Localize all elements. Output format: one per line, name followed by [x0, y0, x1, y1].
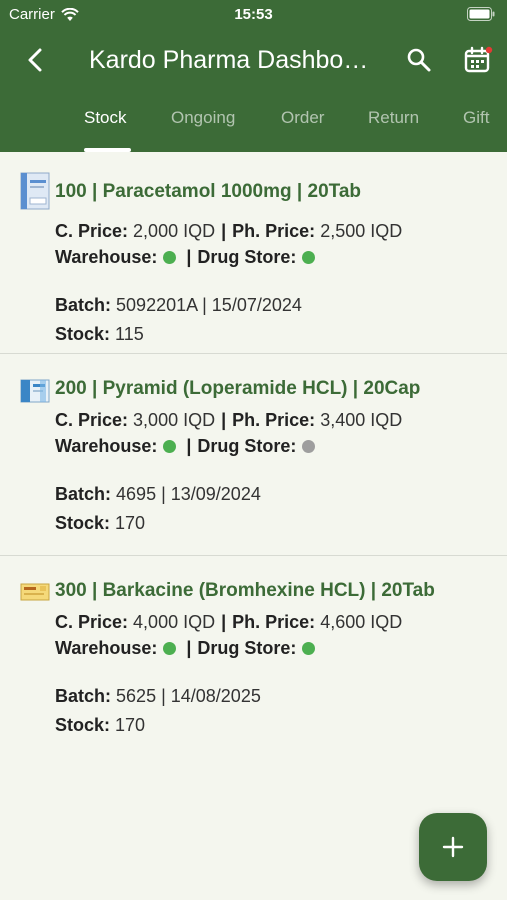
- stock-label: Stock:: [55, 715, 111, 735]
- status-time: 15:53: [234, 6, 273, 23]
- stock-label: Stock:: [55, 324, 111, 344]
- separator: |: [186, 247, 192, 267]
- stock-value: 170: [115, 513, 146, 533]
- availability-line: Warehouse: | Drug Store:: [55, 638, 321, 659]
- battery-icon: [467, 7, 495, 25]
- stock-label: Stock:: [55, 513, 111, 533]
- stock-list: 100 | Paracetamol 1000mg | 20Tab C. Pric…: [0, 152, 507, 758]
- warehouse-status-dot: [163, 251, 177, 264]
- page-title: Kardo Pharma Dashbo…: [89, 46, 369, 74]
- stock-value: 115: [115, 324, 144, 344]
- price-line: C. Price: 3,000 IQD | Ph. Price: 3,400 I…: [55, 410, 402, 431]
- c-price-value: 4,000 IQD: [133, 612, 216, 632]
- separator: |: [221, 221, 227, 241]
- drug-store-status-dot: [302, 642, 316, 655]
- drug-store-status-dot: [302, 251, 316, 264]
- chevron-left-icon: [28, 48, 42, 72]
- separator: |: [221, 410, 227, 430]
- status-bar: Carrier 15:53: [0, 0, 507, 28]
- ph-price-label: Ph. Price:: [232, 612, 316, 632]
- item-title: 300 | Barkacine (Bromhexine HCL) | 20Tab: [55, 580, 435, 601]
- warehouse-label: Warehouse:: [55, 436, 158, 456]
- drug-store-label: Drug Store:: [197, 436, 297, 456]
- stock-line: Stock: 170: [55, 513, 145, 534]
- drug-store-status-dot: [302, 440, 316, 453]
- stock-line: Stock: 115: [55, 324, 144, 345]
- availability-line: Warehouse: | Drug Store:: [55, 247, 321, 268]
- separator: |: [221, 612, 227, 632]
- ph-price-value: 2,500 IQD: [320, 221, 403, 241]
- app-header: Carrier 15:53 Kardo Pharma Dashbo… Stock…: [0, 0, 507, 152]
- list-item[interactable]: 300 | Barkacine (Bromhexine HCL) | 20Tab…: [0, 556, 507, 758]
- separator: |: [186, 638, 192, 658]
- c-price-value: 3,000 IQD: [133, 410, 216, 430]
- drug-store-label: Drug Store:: [197, 247, 297, 267]
- batch-value: 5625 | 14/08/2025: [116, 686, 261, 706]
- tab-return[interactable]: Return: [368, 108, 419, 128]
- item-title: 100 | Paracetamol 1000mg | 20Tab: [55, 181, 362, 202]
- drug-store-label: Drug Store:: [197, 638, 297, 658]
- warehouse-label: Warehouse:: [55, 638, 158, 658]
- batch-value: 5092201A | 15/07/2024: [116, 295, 302, 315]
- tab-bar: Stock Ongoing Order Return Gift: [0, 108, 507, 152]
- warehouse-status-dot: [163, 642, 177, 655]
- price-line: C. Price: 2,000 IQD | Ph. Price: 2,500 I…: [55, 221, 402, 242]
- ph-price-label: Ph. Price:: [232, 410, 316, 430]
- tab-ongoing[interactable]: Ongoing: [171, 108, 235, 128]
- calendar-icon: [464, 46, 493, 73]
- batch-line: Batch: 5625 | 14/08/2025: [55, 686, 261, 707]
- c-price-value: 2,000 IQD: [133, 221, 216, 241]
- plus-icon: [442, 836, 464, 858]
- batch-value: 4695 | 13/09/2024: [116, 484, 261, 504]
- batch-label: Batch:: [55, 686, 112, 706]
- warehouse-label: Warehouse:: [55, 247, 158, 267]
- title-bar: Kardo Pharma Dashbo…: [0, 38, 507, 82]
- c-price-label: C. Price:: [55, 612, 129, 632]
- ph-price-value: 4,600 IQD: [320, 612, 403, 632]
- search-button[interactable]: [405, 46, 433, 74]
- separator: |: [186, 436, 192, 456]
- tab-order[interactable]: Order: [281, 108, 324, 128]
- stock-value: 170: [115, 715, 146, 735]
- availability-line: Warehouse: | Drug Store:: [55, 436, 321, 457]
- batch-label: Batch:: [55, 295, 112, 315]
- batch-line: Batch: 5092201A | 15/07/2024: [55, 295, 302, 316]
- medicine-box-icon: [20, 379, 50, 403]
- ph-price-value: 3,400 IQD: [320, 410, 403, 430]
- c-price-label: C. Price:: [55, 221, 129, 241]
- medicine-box-icon: [20, 583, 50, 601]
- batch-label: Batch:: [55, 484, 112, 504]
- tab-gift[interactable]: Gift: [463, 108, 489, 128]
- warehouse-status-dot: [163, 440, 177, 453]
- medicine-box-icon: [20, 172, 50, 210]
- list-item[interactable]: 100 | Paracetamol 1000mg | 20Tab C. Pric…: [0, 152, 507, 354]
- batch-line: Batch: 4695 | 13/09/2024: [55, 484, 261, 505]
- price-line: C. Price: 4,000 IQD | Ph. Price: 4,600 I…: [55, 612, 402, 633]
- back-button[interactable]: [22, 46, 50, 74]
- c-price-label: C. Price:: [55, 410, 129, 430]
- calendar-button[interactable]: [463, 45, 493, 75]
- search-icon: [407, 48, 431, 72]
- tab-stock[interactable]: Stock: [84, 108, 127, 128]
- add-button[interactable]: [419, 813, 487, 881]
- list-item[interactable]: 200 | Pyramid (Loperamide HCL) | 20Cap C…: [0, 354, 507, 556]
- item-title: 200 | Pyramid (Loperamide HCL) | 20Cap: [55, 378, 421, 399]
- ph-price-label: Ph. Price:: [232, 221, 316, 241]
- stock-line: Stock: 170: [55, 715, 145, 736]
